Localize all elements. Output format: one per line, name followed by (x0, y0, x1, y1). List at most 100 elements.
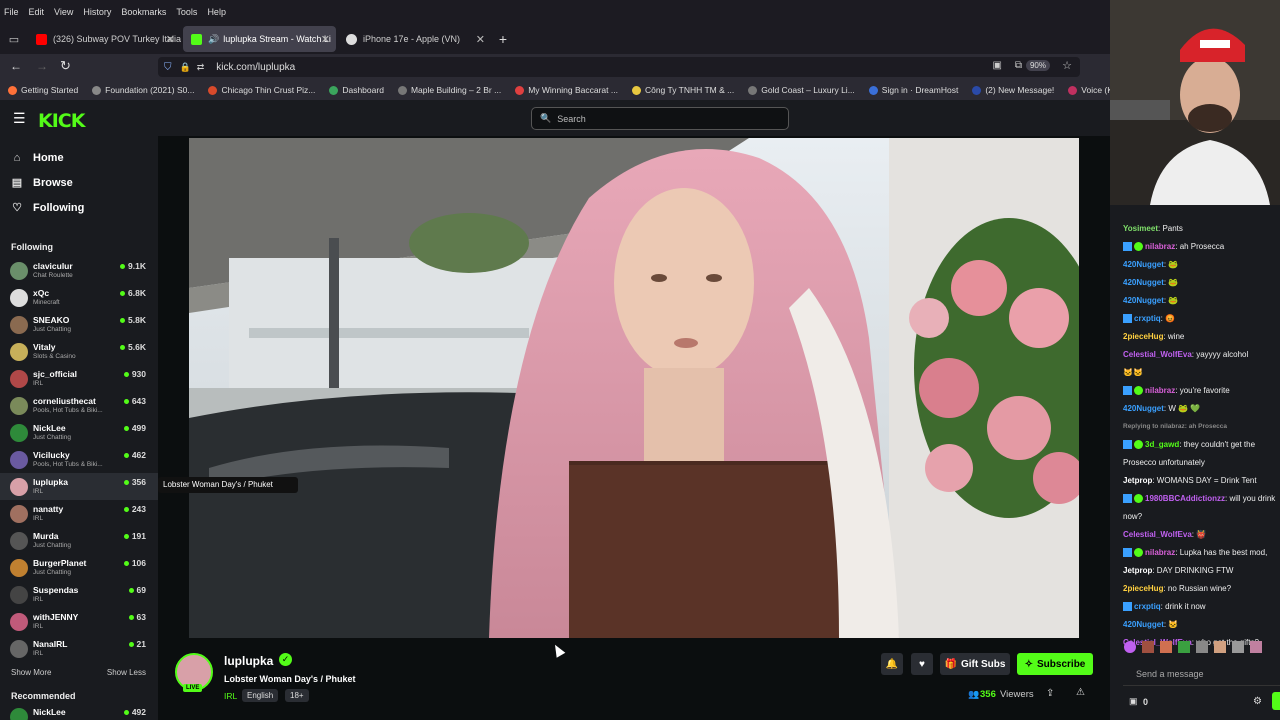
chat-username[interactable]: 2pieceHug (1123, 332, 1163, 341)
reload-icon[interactable]: ↻ (60, 58, 71, 74)
tab-youtube[interactable]: (326) Subway POV Turkey Italia ✕ (28, 26, 181, 52)
chat-username[interactable]: nilabraz (1145, 548, 1175, 557)
close-icon[interactable]: ✕ (476, 33, 485, 46)
tab-kick[interactable]: 🔊 luplupka Stream - Watch Li ✕ (183, 26, 336, 52)
zoom-badge[interactable]: 90% (1025, 60, 1050, 71)
speaker-icon[interactable]: 🔊 (208, 34, 219, 45)
bookmark-item[interactable]: Foundation (2021) S0... (92, 85, 194, 95)
chat-username[interactable]: Yosimeet (1123, 224, 1158, 233)
chat-username[interactable]: Celestial_WolfEva (1123, 530, 1192, 539)
chat-username[interactable]: 2pieceHug (1123, 584, 1163, 593)
menu-help[interactable]: Help (207, 7, 226, 17)
chat-username[interactable]: 1980BBCAddictionzz (1145, 494, 1225, 503)
chat-collapse-icon[interactable]: ⇟ (1210, 204, 1217, 205)
emote-icon[interactable] (1124, 641, 1136, 653)
hamburger-icon[interactable]: ☰ (13, 110, 26, 127)
emote-icon[interactable] (1160, 641, 1172, 653)
star-icon[interactable]: ☆ (1062, 59, 1072, 72)
following-channel[interactable]: nanatty IRL 243 (0, 500, 158, 527)
chat-username[interactable]: 420Nugget (1123, 404, 1164, 413)
gift-subs-button[interactable]: 🎁 Gift Subs (940, 653, 1010, 675)
back-icon[interactable]: ← (10, 59, 22, 73)
chat-username[interactable]: crxptiq (1134, 314, 1161, 323)
following-channel[interactable]: Suspendas IRL 69 (0, 581, 158, 608)
bookmark-item[interactable]: Công Ty TNHH TM & ... (631, 85, 734, 95)
search-input[interactable]: 🔍 Search (531, 107, 789, 130)
tag-language[interactable]: English (242, 689, 279, 702)
bookmark-item[interactable]: Dashboard (329, 85, 384, 95)
chat-username[interactable]: nilabraz (1145, 386, 1175, 395)
nav-home[interactable]: ⌂ Home (0, 145, 158, 170)
chat-username[interactable]: Replying to nilabraz: ah Prosecca (1123, 423, 1227, 430)
following-channel[interactable]: claviculur Chat Roulette 9.1K (0, 257, 158, 284)
chat-username[interactable]: crxptiq (1134, 602, 1161, 611)
emote-icon[interactable] (1250, 641, 1262, 653)
chat-username[interactable]: Celestial_WolfEva (1123, 350, 1192, 359)
following-channel[interactable]: NickLee Just Chatting 499 (0, 419, 158, 446)
share-icon[interactable]: ⇪ (1046, 688, 1054, 699)
follow-button[interactable]: ♥ (911, 653, 933, 675)
following-channel[interactable]: Vicilucky Pools, Hot Tubs & Biki... 462 (0, 446, 158, 473)
forward-icon[interactable]: → (36, 59, 48, 73)
recommended-item[interactable]: NickLee 492 (0, 706, 158, 720)
chat-username[interactable]: Jetprop (1123, 476, 1152, 485)
following-channel[interactable]: xQc Minecraft 6.8K (0, 284, 158, 311)
menu-bookmarks[interactable]: Bookmarks (121, 7, 166, 17)
emote-icon[interactable] (1178, 641, 1190, 653)
following-channel[interactable]: Murda Just Chatting 191 (0, 527, 158, 554)
following-channel[interactable]: corneliusthecat Pools, Hot Tubs & Biki...… (0, 392, 158, 419)
category-link[interactable]: IRL (224, 691, 237, 701)
following-channel[interactable]: withJENNY IRL 63 (0, 608, 158, 635)
report-icon[interactable]: ⚠ (1076, 687, 1085, 698)
following-channel[interactable]: luplupka IRL 356 (0, 473, 158, 500)
chat-input[interactable]: Send a message (1123, 664, 1280, 686)
send-button[interactable] (1272, 692, 1280, 710)
url-bar[interactable]: ⛉ 🔒 ⇄ kick.com/luplupka ▣ ⧉ 90% ☆ (158, 57, 1080, 77)
emote-icon[interactable] (1214, 641, 1226, 653)
menu-history[interactable]: History (83, 7, 111, 17)
following-channel[interactable]: Vitaly Slots & Casino 5.6K (0, 338, 158, 365)
bookmark-item[interactable]: My Winning Baccarat ... (515, 85, 618, 95)
tab-apple[interactable]: iPhone 17e - Apple (VN) ✕ (338, 26, 491, 52)
streamer-name[interactable]: luplupka (224, 654, 273, 668)
nav-browse[interactable]: ▤ Browse (0, 170, 158, 195)
screenshot-icon[interactable]: ⧉ (1015, 60, 1022, 71)
emote-icon[interactable] (1142, 641, 1154, 653)
chat-username[interactable]: 420Nugget (1123, 278, 1164, 287)
settings-icon[interactable]: ⚙ (1253, 696, 1262, 707)
chat-username[interactable]: 420Nugget (1123, 620, 1164, 629)
emote-icon[interactable] (1196, 641, 1208, 653)
menu-tools[interactable]: Tools (176, 7, 197, 17)
bookmark-item[interactable]: Maple Building – 2 Br ... (397, 85, 501, 95)
chat-username[interactable]: Jetprop (1123, 566, 1152, 575)
bookmark-item[interactable]: Gold Coast – Luxury Li... (748, 85, 855, 95)
menu-file[interactable]: File (4, 7, 19, 17)
emote-icon[interactable] (1232, 641, 1244, 653)
chat-username[interactable]: 420Nugget (1123, 296, 1164, 305)
bookmark-item[interactable]: Getting Started (8, 85, 78, 95)
notification-button[interactable]: 🔔 (881, 653, 903, 675)
bookmark-item[interactable]: (2) New Message! (972, 85, 1054, 95)
menu-view[interactable]: View (54, 7, 73, 17)
video-player[interactable] (189, 138, 1079, 638)
nav-following[interactable]: ♡ Following (0, 195, 158, 220)
chat-username[interactable]: nilabraz (1145, 242, 1175, 251)
reader-icon[interactable]: ▣ (993, 60, 1002, 71)
new-tab-icon[interactable]: + (493, 31, 513, 47)
bookmark-item[interactable]: Sign in · DreamHost (868, 85, 958, 95)
following-channel[interactable]: BurgerPlanet Just Chatting 106 (0, 554, 158, 581)
tab-list-icon[interactable]: ▭ (0, 26, 28, 52)
menu-edit[interactable]: Edit (29, 7, 45, 17)
subscribe-button[interactable]: ✧ Subscribe (1017, 653, 1093, 675)
chat-username[interactable]: 3d_gawd (1145, 440, 1179, 449)
close-icon[interactable]: ✕ (321, 33, 330, 46)
kick-logo[interactable]: KICK (38, 110, 85, 132)
close-icon[interactable]: ✕ (166, 33, 175, 46)
show-more-button[interactable]: Show More (11, 668, 51, 677)
bookmark-item[interactable]: Chicago Thin Crust Piz... (208, 85, 315, 95)
show-less-button[interactable]: Show Less (107, 668, 146, 677)
tag-age[interactable]: 18+ (285, 689, 309, 702)
points-icon[interactable]: ▣ (1129, 696, 1138, 707)
chat-username[interactable]: 420Nugget (1123, 260, 1164, 269)
following-channel[interactable]: NanaIRL IRL 21 (0, 635, 158, 662)
